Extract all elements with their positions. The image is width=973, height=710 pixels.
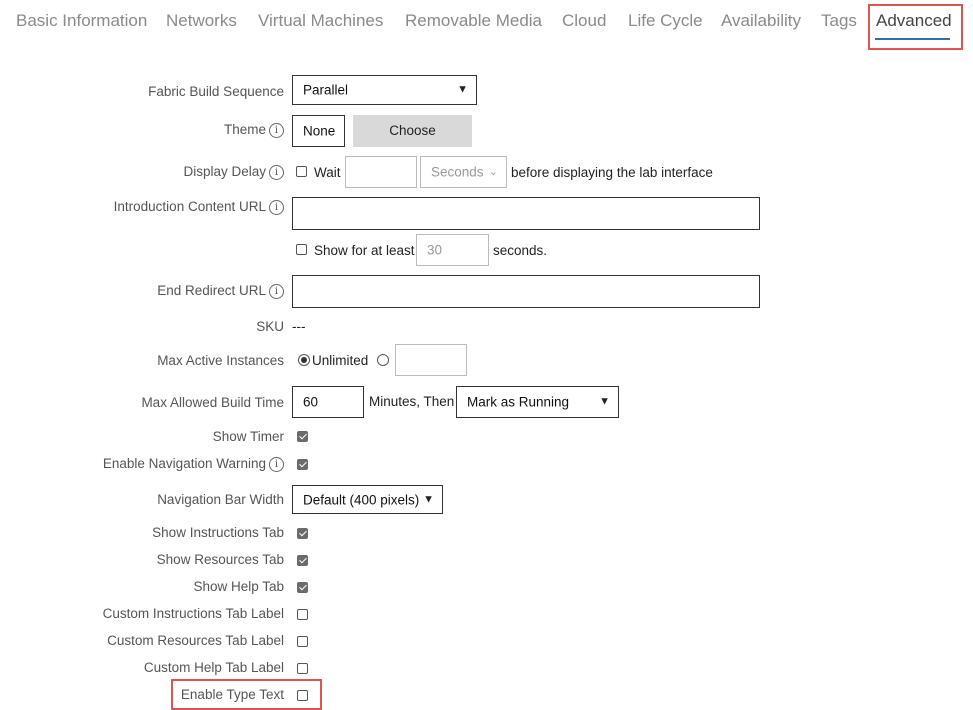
theme-value: None: [303, 123, 336, 139]
end-redirect-url-label: End Redirect URL i: [157, 283, 284, 299]
intro-url-label-text: Introduction Content URL: [113, 199, 266, 214]
max-build-time-value: 60: [303, 394, 319, 410]
show-timer-label: Show Timer: [212, 429, 284, 444]
show-help-tab-label: Show Help Tab: [193, 579, 284, 594]
display-delay-unit-select[interactable]: Seconds ⌄: [420, 156, 507, 188]
fabric-build-sequence-value: Parallel: [303, 82, 349, 98]
max-active-unlimited-radio[interactable]: [298, 354, 310, 366]
max-build-time-input[interactable]: 60: [292, 386, 364, 418]
sku-value: ---: [292, 319, 306, 334]
show-timer-checkbox[interactable]: [297, 431, 308, 442]
show-resources-tab-label: Show Resources Tab: [156, 552, 284, 567]
chevron-down-icon: ⌄: [488, 165, 498, 178]
nav-bar-width-label: Navigation Bar Width: [157, 492, 284, 507]
tab-tags[interactable]: Tags: [821, 11, 857, 31]
nav-warning-checkbox[interactable]: [297, 459, 308, 470]
max-active-custom-radio[interactable]: [377, 354, 389, 366]
end-redirect-url-input[interactable]: [292, 275, 760, 308]
intro-show-for-checkbox[interactable]: [296, 244, 307, 255]
intro-show-seconds-value: 30: [427, 242, 443, 258]
highlight-box-enable-type-text: [171, 679, 322, 710]
info-icon[interactable]: i: [269, 283, 284, 299]
display-delay-suffix: before displaying the lab interface: [511, 165, 713, 180]
show-help-tab-checkbox[interactable]: [297, 582, 308, 593]
max-build-time-action-value: Mark as Running: [467, 394, 570, 410]
chevron-down-icon: ▼: [423, 492, 434, 505]
tab-virtual-machines[interactable]: Virtual Machines: [258, 11, 383, 31]
theme-value-box: None: [292, 115, 345, 147]
max-active-instances-label: Max Active Instances: [157, 353, 284, 368]
custom-help-label-checkbox[interactable]: [297, 663, 308, 674]
max-build-time-action-select[interactable]: Mark as Running ▼: [456, 386, 619, 418]
end-redirect-url-label-text: End Redirect URL: [157, 283, 266, 298]
show-instructions-tab-label: Show Instructions Tab: [152, 525, 284, 540]
highlight-box-advanced-tab: [868, 4, 963, 50]
max-active-instances-input[interactable]: [395, 344, 467, 376]
nav-bar-width-select[interactable]: Default (400 pixels) ▼: [292, 485, 443, 514]
fabric-build-sequence-select[interactable]: Parallel ▼: [292, 75, 477, 105]
sku-label: SKU: [256, 319, 284, 334]
intro-url-label: Introduction Content URL i: [114, 199, 284, 215]
intro-show-seconds-input[interactable]: 30: [416, 234, 489, 266]
show-resources-tab-checkbox[interactable]: [297, 555, 308, 566]
custom-help-label-label: Custom Help Tab Label: [143, 660, 284, 675]
display-delay-input[interactable]: [345, 156, 417, 188]
tab-availability[interactable]: Availability: [721, 11, 801, 31]
max-active-unlimited-label: Unlimited: [312, 353, 369, 368]
custom-resources-label-checkbox[interactable]: [297, 636, 308, 647]
display-delay-label: Display Delay i: [183, 164, 284, 180]
custom-instructions-label-label: Custom Instructions Tab Label: [102, 606, 284, 621]
display-delay-wait-label: Wait: [314, 165, 341, 180]
theme-label-text: Theme: [223, 122, 266, 137]
tab-removable-media[interactable]: Removable Media: [405, 11, 542, 31]
tab-networks[interactable]: Networks: [166, 11, 237, 31]
max-build-time-label: Max Allowed Build Time: [141, 395, 284, 410]
tab-life-cycle[interactable]: Life Cycle: [628, 11, 703, 31]
intro-seconds-suffix: seconds.: [493, 243, 548, 258]
nav-warning-label-text: Enable Navigation Warning: [102, 456, 266, 471]
intro-show-for-label: Show for at least: [314, 243, 415, 258]
info-icon[interactable]: i: [269, 199, 284, 215]
intro-url-input[interactable]: [292, 197, 760, 230]
max-build-time-middle-text: Minutes, Then: [369, 394, 455, 409]
display-delay-wait-checkbox[interactable]: [296, 166, 307, 177]
chevron-down-icon: ▼: [457, 83, 468, 96]
info-icon[interactable]: i: [269, 164, 284, 180]
custom-resources-label-label: Custom Resources Tab Label: [107, 633, 284, 648]
theme-label: Theme i: [224, 122, 284, 138]
show-instructions-tab-checkbox[interactable]: [297, 528, 308, 539]
fabric-build-sequence-label: Fabric Build Sequence: [148, 84, 284, 99]
nav-warning-label: Enable Navigation Warning i: [103, 456, 284, 472]
custom-instructions-label-checkbox[interactable]: [297, 609, 308, 620]
info-icon[interactable]: i: [269, 456, 284, 472]
tab-basic-information[interactable]: Basic Information: [16, 11, 147, 31]
theme-choose-button[interactable]: Choose: [353, 115, 472, 147]
nav-bar-width-value: Default (400 pixels): [303, 492, 420, 507]
display-delay-unit-value: Seconds: [431, 164, 484, 180]
info-icon[interactable]: i: [269, 122, 284, 138]
chevron-down-icon: ▼: [599, 395, 610, 408]
tab-cloud[interactable]: Cloud: [562, 11, 606, 31]
display-delay-label-text: Display Delay: [183, 164, 266, 179]
